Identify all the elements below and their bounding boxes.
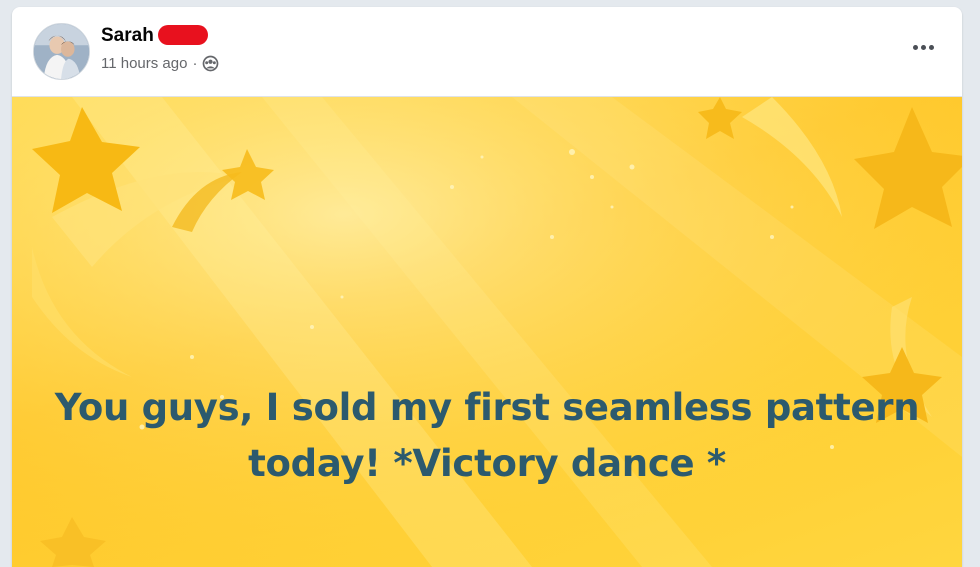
banner-artwork: [12, 97, 962, 567]
post-card: Sarah 11 hours ago · You guys, I sold my…: [12, 7, 962, 567]
more-options-button[interactable]: [908, 35, 938, 59]
post-background-banner: You guys, I sold my first seamless patte…: [12, 97, 962, 567]
more-horizontal-icon: [912, 44, 918, 50]
post-header: Sarah 11 hours ago ·: [12, 7, 962, 96]
more-dot: [928, 44, 934, 50]
avatar-photo: [34, 24, 89, 79]
meta-separator: ·: [192, 55, 198, 72]
author-avatar[interactable]: [33, 23, 90, 80]
post-message-line-1: You guys, I sold my first seamless patte…: [54, 386, 920, 429]
author-name[interactable]: Sarah: [101, 25, 154, 47]
post-meta: 11 hours ago ·: [101, 55, 219, 72]
more-dot: [920, 44, 926, 50]
globe-icon[interactable]: [202, 55, 219, 72]
redaction-mark: [158, 25, 208, 45]
post-timestamp[interactable]: 11 hours ago: [101, 55, 187, 72]
post-message-line-2: today! *Victory dance *: [248, 442, 726, 485]
post-message: You guys, I sold my first seamless patte…: [12, 380, 962, 492]
